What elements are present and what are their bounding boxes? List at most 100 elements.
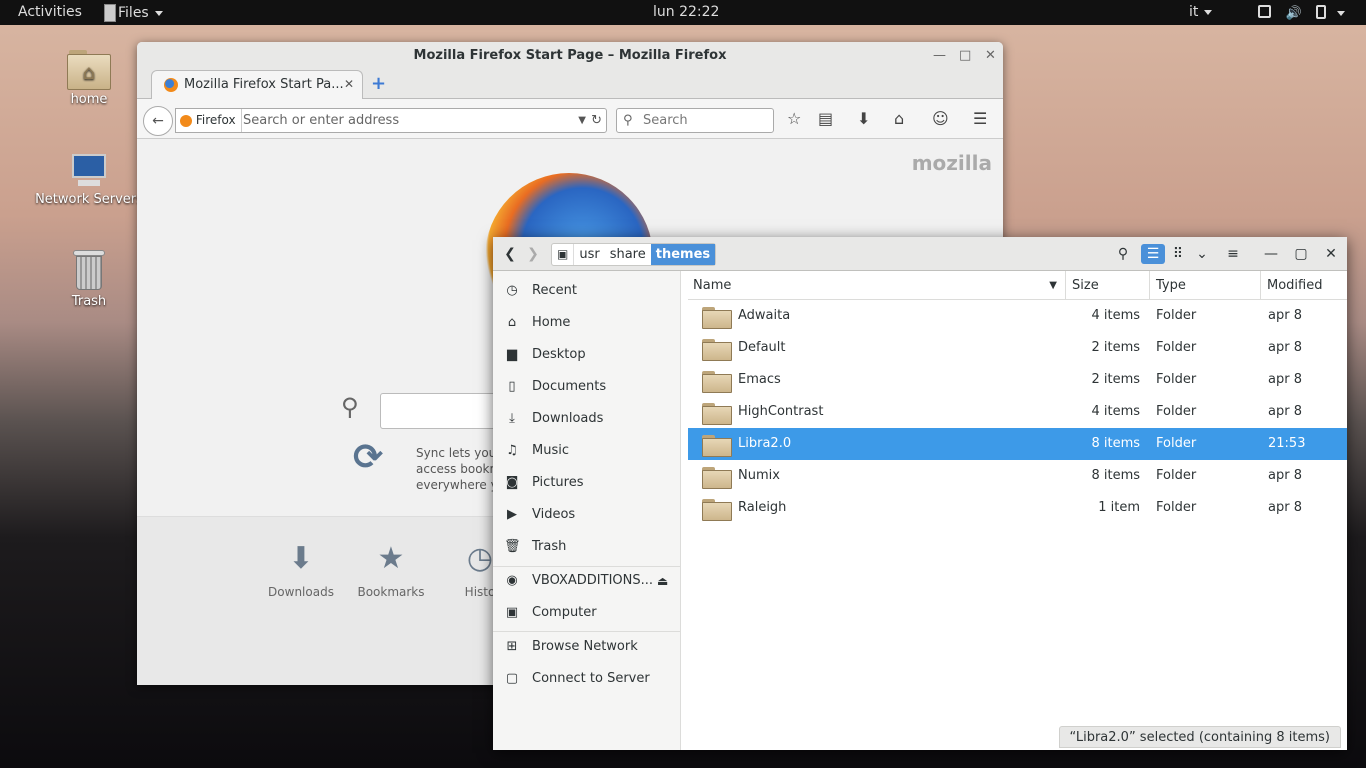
table-row[interactable]: Emacs 2 items Folder apr 8 (688, 364, 1347, 396)
desktop-icon-label: Trash (71, 294, 107, 309)
hello-chat-icon[interactable]: ☺ (932, 109, 949, 128)
disc-icon: ◉ (506, 573, 518, 588)
column-size[interactable]: Size (1066, 271, 1150, 300)
folder-icon (702, 403, 732, 425)
close-icon[interactable]: ✕ (985, 42, 996, 69)
url-bar[interactable]: Firefox Search or enter address ▼ ↻ (175, 108, 607, 133)
table-row[interactable]: Adwaita 4 items Folder apr 8 (688, 300, 1347, 332)
tab-label: Mozilla Firefox Start Pa... (184, 77, 344, 92)
sidebar-item-music[interactable]: ♫ Music (493, 435, 681, 467)
reading-list-icon[interactable]: ▤ (818, 109, 833, 128)
column-name[interactable]: Name ▼ (688, 271, 1066, 300)
search-icon: ⚲ (341, 393, 359, 421)
sidebar-item-pictures[interactable]: ◙ Pictures (493, 467, 681, 499)
files-headerbar[interactable]: ❮ ❯ ▣ usr share themes ⚲ ☰ ⠿ ⌄ ≡ — ▢ ✕ (493, 237, 1347, 271)
column-headers: Name ▼ Size Type Modified (688, 271, 1347, 300)
home-icon: ⌂ (507, 315, 517, 330)
table-row-selected[interactable]: Libra2.0 8 items Folder 21:53 (688, 428, 1347, 460)
pictures-icon: ◙ (505, 475, 519, 490)
firefox-titlebar[interactable]: Mozilla Firefox Start Page – Mozilla Fir… (137, 42, 1003, 69)
minimize-icon[interactable]: — (933, 42, 946, 69)
folder-icon (702, 371, 732, 393)
forward-arrow-icon[interactable]: ❯ (521, 244, 545, 264)
list-view-icon[interactable]: ☰ (1141, 244, 1165, 264)
table-row[interactable]: Default 2 items Folder apr 8 (688, 332, 1347, 364)
maximize-icon[interactable]: □ (959, 42, 971, 69)
back-arrow-icon[interactable]: ← (143, 106, 173, 136)
column-modified[interactable]: Modified (1261, 271, 1347, 300)
table-row[interactable]: Raleigh 1 item Folder apr 8 (688, 492, 1347, 524)
sidebar-item-recent[interactable]: ◷ Recent (493, 275, 681, 307)
close-icon[interactable]: ✕ (1319, 244, 1343, 264)
tab-strip: Mozilla Firefox Start Pa... ✕ + (137, 69, 1003, 99)
search-icon[interactable]: ⚲ (1111, 244, 1135, 264)
new-tab-icon[interactable]: + (371, 73, 386, 94)
sidebar-item-trash[interactable]: 🗑 Trash (493, 531, 681, 563)
music-icon: ♫ (506, 443, 518, 458)
chevron-down-icon (1336, 10, 1345, 16)
network-wired-icon (1258, 5, 1271, 18)
activities-button[interactable]: Activities (18, 4, 82, 20)
tab-close-icon[interactable]: ✕ (344, 71, 354, 98)
server-icon: ▢ (505, 671, 519, 686)
url-input[interactable]: Search or enter address (243, 109, 399, 132)
window-title: Mozilla Firefox Start Page – Mozilla Fir… (413, 48, 727, 63)
sidebar-item-desktop[interactable]: ▆ Desktop (493, 339, 681, 371)
sidebar-item-computer[interactable]: ▣ Computer (493, 597, 681, 629)
desktop-icon-network-servers[interactable]: Network Servers (34, 150, 144, 207)
sync-icon: ⟳ (353, 437, 384, 478)
grid-view-icon[interactable]: ⠿ (1166, 244, 1190, 264)
sidebar-item-downloads[interactable]: ⤓ Downloads (493, 403, 681, 435)
home-folder-icon: ⌂ (67, 48, 111, 90)
clock[interactable]: lun 22:22 (653, 4, 719, 20)
recent-icon: ◷ (506, 283, 518, 298)
system-menu[interactable]: 🔊 (1258, 5, 1345, 21)
sidebar-item-documents[interactable]: ▯ Documents (493, 371, 681, 403)
reload-icon[interactable]: ↻ (591, 109, 602, 132)
desktop-icon-label: Network Servers (35, 192, 143, 207)
launcher-bookmarks[interactable]: ★ Bookmarks (351, 537, 431, 599)
sidebar-item-browse-network[interactable]: ⊞ Browse Network (493, 631, 681, 663)
home-icon[interactable]: ⌂ (894, 109, 904, 128)
sidebar-item-home[interactable]: ⌂ Home (493, 307, 681, 339)
folder-icon (702, 339, 732, 361)
places-sidebar: ◷ Recent ⌂ Home ▆ Desktop ▯ Documents ⤓ Downl… (493, 271, 681, 750)
table-row[interactable]: HighContrast 4 items Folder apr 8 (688, 396, 1347, 428)
keyboard-layout[interactable]: it (1189, 4, 1213, 20)
firefox-favicon-icon (164, 78, 178, 92)
selection-status: “Libra2.0” selected (containing 8 items) (1058, 726, 1341, 748)
history-dropdown-icon[interactable]: ▼ (578, 109, 586, 132)
desktop-icon-home[interactable]: ⌂ home (34, 48, 144, 107)
path-segment-usr[interactable]: usr (574, 244, 604, 265)
identity-box[interactable]: Firefox (176, 109, 242, 132)
desktop-icon: ▆ (507, 347, 517, 362)
bookmark-star-icon[interactable]: ☆ (787, 109, 801, 128)
search-input[interactable]: ⚲ Search (616, 108, 774, 133)
sidebar-item-vboxadditions[interactable]: ◉ VBOXADDITIONS... ⏏ (493, 565, 681, 597)
sidebar-item-videos[interactable]: ▶ Videos (493, 499, 681, 531)
desktop-icon-trash[interactable]: Trash (34, 248, 144, 309)
computer-icon: ▣ (505, 605, 519, 620)
minimize-icon[interactable]: — (1259, 244, 1283, 264)
app-menu[interactable]: Files (104, 4, 163, 22)
bookmark-star-icon: ★ (377, 541, 405, 576)
table-row[interactable]: Numix 8 items Folder apr 8 (688, 460, 1347, 492)
column-type[interactable]: Type (1150, 271, 1261, 300)
downloads-arrow-icon[interactable]: ⬇ (857, 109, 870, 128)
tab-start-page[interactable]: Mozilla Firefox Start Pa... ✕ (151, 70, 363, 99)
root-disk-icon[interactable]: ▣ (552, 244, 575, 265)
back-arrow-icon[interactable]: ❮ (498, 244, 522, 264)
volume-icon: 🔊 (1285, 6, 1302, 21)
top-bar: Activities Files lun 22:22 it 🔊 (0, 0, 1366, 25)
path-segment-share[interactable]: share (605, 244, 651, 265)
chevron-down-icon[interactable]: ⌄ (1190, 244, 1214, 264)
mozilla-brand: mozilla (911, 151, 992, 175)
eject-icon[interactable]: ⏏ (657, 565, 668, 597)
hamburger-menu-icon[interactable]: ☰ (973, 109, 987, 128)
maximize-icon[interactable]: ▢ (1289, 244, 1313, 264)
launcher-downloads[interactable]: ⬇ Downloads (261, 537, 341, 599)
path-segment-themes[interactable]: themes (650, 244, 716, 265)
search-icon: ⚲ (623, 113, 633, 128)
sidebar-item-connect-to-server[interactable]: ▢ Connect to Server (493, 663, 681, 695)
hamburger-menu-icon[interactable]: ≡ (1221, 244, 1245, 264)
